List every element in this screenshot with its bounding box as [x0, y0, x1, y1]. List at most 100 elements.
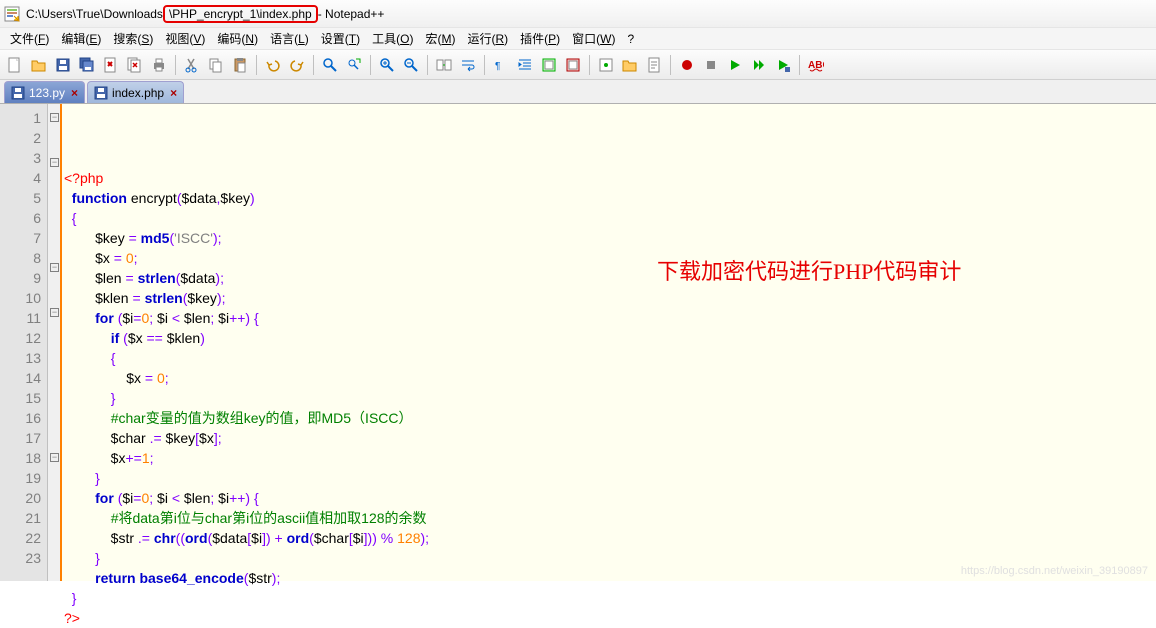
zoom-out-button[interactable]: [400, 54, 422, 76]
tab-close-icon[interactable]: ×: [170, 86, 177, 100]
toolbar-separator: [484, 55, 485, 75]
code-line[interactable]: #将data第i位与char第i位的ascii值相加取128的余数: [64, 508, 1156, 528]
zoom-in-button[interactable]: [376, 54, 398, 76]
folder-button[interactable]: [619, 54, 641, 76]
code-line[interactable]: for ($i=0; $i < $len; $i++) {: [64, 488, 1156, 508]
line-number: 17: [0, 428, 41, 448]
close-all-button[interactable]: [124, 54, 146, 76]
spellcheck-button[interactable]: ABC: [805, 54, 827, 76]
line-number: 19: [0, 468, 41, 488]
play-multi-button[interactable]: [748, 54, 770, 76]
line-number: 5: [0, 188, 41, 208]
menu-item[interactable]: 窗口(W): [566, 28, 621, 49]
code-line[interactable]: {: [64, 208, 1156, 228]
stop-button[interactable]: [700, 54, 722, 76]
play-button[interactable]: [724, 54, 746, 76]
toolbar-separator: [589, 55, 590, 75]
print-button[interactable]: [148, 54, 170, 76]
menu-item[interactable]: 编码(N): [211, 28, 264, 49]
redo-button[interactable]: [286, 54, 308, 76]
sync-button[interactable]: [433, 54, 455, 76]
unfold-button[interactable]: [562, 54, 584, 76]
titlebar: C:\Users\True\Downloads \PHP_encrypt_1\i…: [0, 0, 1156, 28]
tab-label: 123.py: [29, 86, 65, 100]
menubar: 文件(F)编辑(E)搜索(S)视图(V)编码(N)语言(L)设置(T)工具(O)…: [0, 28, 1156, 50]
line-number: 18: [0, 448, 41, 468]
toolbar-separator: [427, 55, 428, 75]
paste-button[interactable]: [229, 54, 251, 76]
menu-item[interactable]: 设置(T): [315, 28, 366, 49]
toolbar: ¶ ABC: [0, 50, 1156, 80]
close-button[interactable]: [100, 54, 122, 76]
line-number: 7: [0, 228, 41, 248]
code-line[interactable]: $x = 0;: [64, 368, 1156, 388]
tab[interactable]: index.php×: [87, 81, 184, 103]
copy-button[interactable]: [205, 54, 227, 76]
menu-item[interactable]: 插件(P): [514, 28, 566, 49]
menu-item[interactable]: 视图(V): [159, 28, 211, 49]
toolbar-separator: [370, 55, 371, 75]
code-line[interactable]: <?php: [64, 168, 1156, 188]
word-wrap-button[interactable]: [457, 54, 479, 76]
line-number: 4: [0, 168, 41, 188]
line-number: 15: [0, 388, 41, 408]
menu-item[interactable]: ?: [621, 30, 640, 48]
menu-item[interactable]: 工具(O): [366, 28, 419, 49]
line-number-gutter: 1234567891011121314151617181920212223: [0, 104, 48, 581]
disk-icon: [94, 86, 108, 100]
line-number: 2: [0, 128, 41, 148]
menu-item[interactable]: 运行(R): [461, 28, 514, 49]
line-number: 16: [0, 408, 41, 428]
code-area[interactable]: <?php function encrypt($data,$key) { $ke…: [60, 104, 1156, 581]
title-path-highlight: \PHP_encrypt_1\index.php: [163, 5, 318, 23]
fold-button[interactable]: [538, 54, 560, 76]
code-line[interactable]: }: [64, 588, 1156, 608]
play-saved-button[interactable]: [772, 54, 794, 76]
find-button[interactable]: [319, 54, 341, 76]
app-icon: [4, 6, 20, 22]
tab-close-icon[interactable]: ×: [71, 86, 78, 100]
cut-button[interactable]: [181, 54, 203, 76]
toolbar-separator: [799, 55, 800, 75]
menu-item[interactable]: 语言(L): [264, 28, 315, 49]
code-line[interactable]: }: [64, 468, 1156, 488]
line-number: 13: [0, 348, 41, 368]
new-file-button[interactable]: [4, 54, 26, 76]
menu-item[interactable]: 文件(F): [4, 28, 55, 49]
code-line[interactable]: ?>: [64, 608, 1156, 628]
toolbar-separator: [313, 55, 314, 75]
line-number: 8: [0, 248, 41, 268]
code-line[interactable]: $str .= chr((ord($data[$i]) + ord($char[…: [64, 528, 1156, 548]
hidden-chars-button[interactable]: [595, 54, 617, 76]
doc-button[interactable]: [643, 54, 665, 76]
tab[interactable]: 123.py ×: [4, 81, 85, 103]
save-all-button[interactable]: [76, 54, 98, 76]
menu-item[interactable]: 编辑(E): [55, 28, 107, 49]
code-line[interactable]: $len = strlen($data);: [64, 268, 1156, 288]
line-number: 21: [0, 508, 41, 528]
toolbar-separator: [670, 55, 671, 75]
code-line[interactable]: $x = 0;: [64, 248, 1156, 268]
code-line[interactable]: $key = md5('ISCC');: [64, 228, 1156, 248]
line-number: 12: [0, 328, 41, 348]
indent-button[interactable]: [514, 54, 536, 76]
code-line[interactable]: #char变量的值为数组key的值，即MD5（ISCC）: [64, 408, 1156, 428]
code-line[interactable]: $char .= $key[$x];: [64, 428, 1156, 448]
show-all-button[interactable]: ¶: [490, 54, 512, 76]
code-line[interactable]: $x+=1;: [64, 448, 1156, 468]
menu-item[interactable]: 搜索(S): [107, 28, 159, 49]
replace-button[interactable]: [343, 54, 365, 76]
title-suffix: - Notepad++: [318, 7, 385, 21]
code-line[interactable]: $klen = strlen($key);: [64, 288, 1156, 308]
code-line[interactable]: function encrypt($data,$key): [64, 188, 1156, 208]
code-line[interactable]: }: [64, 388, 1156, 408]
open-file-button[interactable]: [28, 54, 50, 76]
save-button[interactable]: [52, 54, 74, 76]
menu-item[interactable]: 宏(M): [419, 28, 461, 49]
code-line[interactable]: for ($i=0; $i < $len; $i++) {: [64, 308, 1156, 328]
code-line[interactable]: {: [64, 348, 1156, 368]
code-line[interactable]: if ($x == $klen): [64, 328, 1156, 348]
record-button[interactable]: [676, 54, 698, 76]
line-number: 6: [0, 208, 41, 228]
undo-button[interactable]: [262, 54, 284, 76]
